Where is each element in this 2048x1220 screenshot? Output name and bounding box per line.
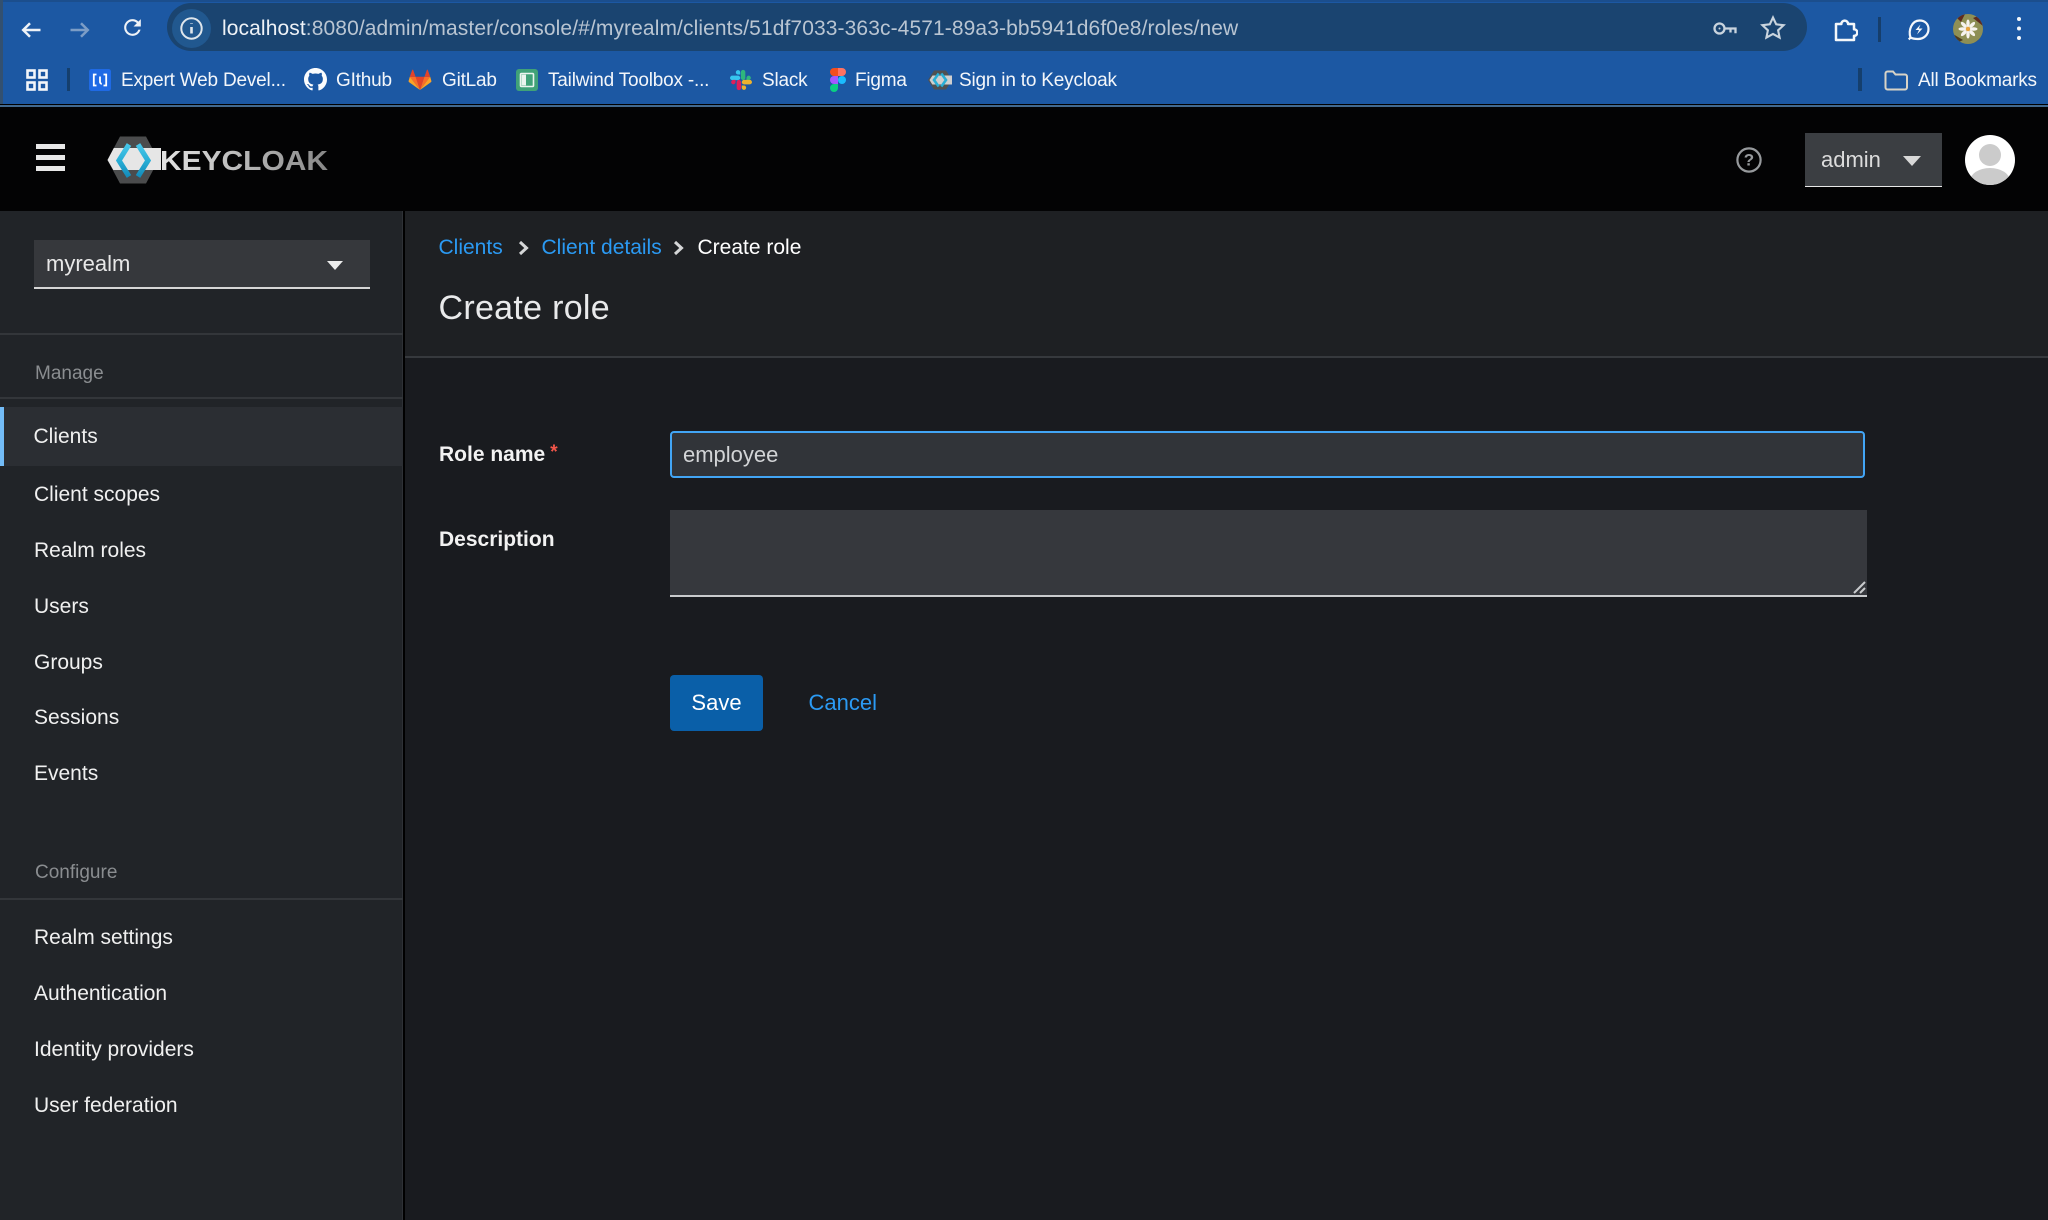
svg-text:?: ? (1744, 151, 1754, 170)
svg-text:KEYCLOAK: KEYCLOAK (160, 145, 328, 176)
